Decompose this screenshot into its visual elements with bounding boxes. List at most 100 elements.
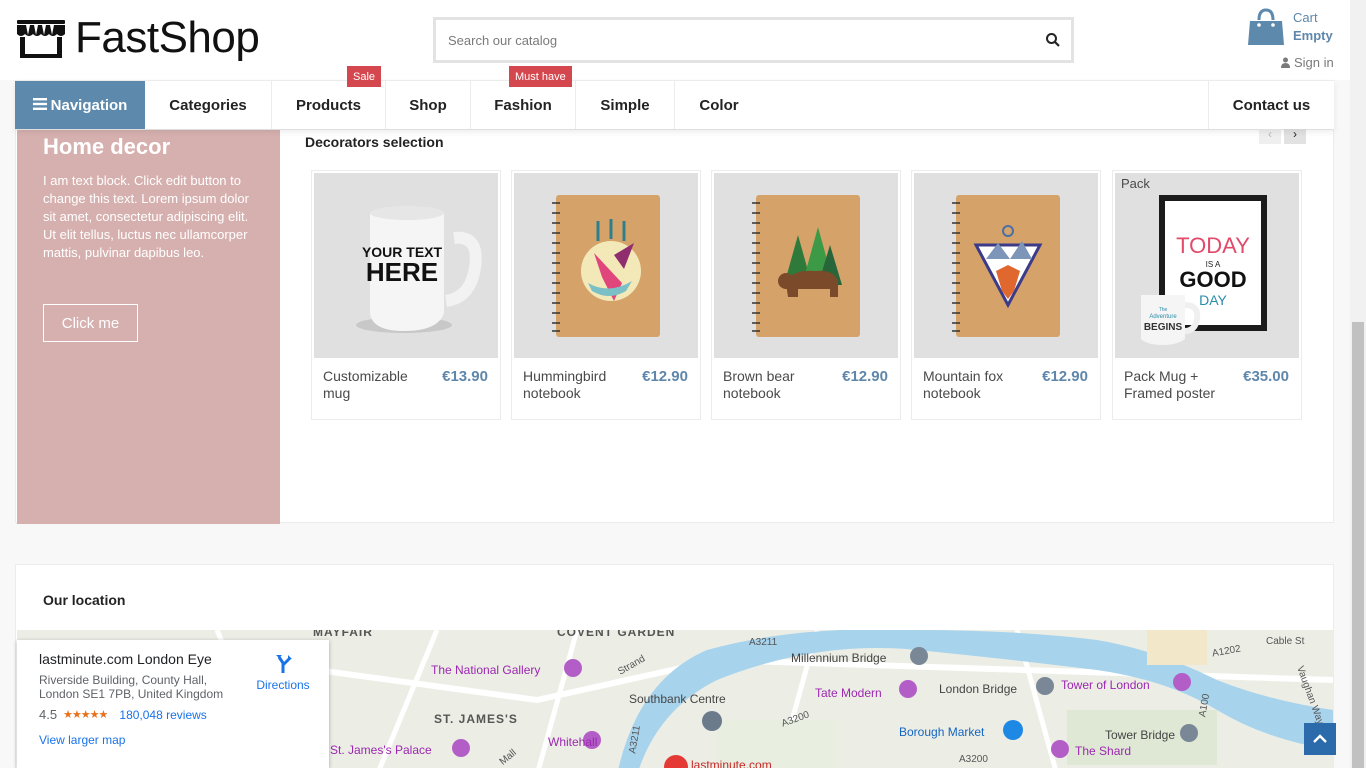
cart-label: Cart (1293, 10, 1318, 25)
poster-mug-line-1: The (1159, 307, 1168, 313)
nav-item-simple[interactable]: Simple (576, 81, 675, 129)
product-image: TODAY IS A GOOD DAY The Adventure BEGINS (1115, 173, 1299, 358)
directions-button[interactable]: Directions (251, 653, 315, 692)
nav-item-categories[interactable]: Categories (145, 81, 272, 129)
map-label: The Shard (1075, 744, 1132, 758)
place-name: lastminute.com London Eye (39, 651, 212, 667)
nav-item-color[interactable]: Color (675, 81, 763, 129)
nav-item-contact[interactable]: Contact us (1208, 81, 1334, 129)
product-image: YOUR TEXT HERE (314, 173, 498, 358)
poster-mug-line-3: BEGINS (1144, 322, 1183, 333)
map-label: A3200 (959, 754, 988, 765)
scroll-to-top-button[interactable] (1304, 723, 1336, 755)
main-nav: Navigation Categories Products Shop Fash… (15, 66, 1334, 129)
search-input[interactable] (436, 20, 1016, 60)
menu-icon (32, 97, 47, 114)
product-image (514, 173, 698, 358)
map-label: Borough Market (899, 725, 985, 739)
nav-label: Categories (169, 96, 247, 114)
map-label: Southbank Centre (629, 692, 726, 706)
product-price: €35.00 (1243, 368, 1289, 385)
product-price: €12.90 (842, 368, 888, 385)
map-label: Whitehall (548, 735, 598, 749)
map-label: A3211 (749, 637, 778, 648)
home-decor-text: I am text block. Click edit button to ch… (43, 173, 249, 260)
product-card-mountain-fox-notebook[interactable]: Mountain fox notebook €12.90 (911, 170, 1101, 420)
product-name: Pack Mug + Framed poster (1124, 368, 1216, 401)
product-price: €12.90 (1042, 368, 1088, 385)
product-name: Customizable mug (323, 368, 408, 401)
nav-label: Contact us (1232, 96, 1311, 114)
pack-flag: Pack (1115, 173, 1156, 194)
shop-icon (17, 20, 65, 58)
product-price: €13.90 (442, 368, 488, 385)
view-larger-map-link[interactable]: View larger map (39, 733, 125, 747)
map-label: London Bridge (939, 682, 1018, 696)
nav-label: Simple (600, 96, 650, 114)
location-title: Our location (43, 592, 126, 608)
cart-status: Empty (1293, 28, 1333, 43)
scrollbar-thumb[interactable] (1352, 322, 1364, 768)
cart[interactable]: Cart Empty (1247, 8, 1337, 48)
navigation-label: Navigation (50, 96, 128, 114)
page-scrollbar[interactable] (1350, 0, 1366, 768)
map-label: COVENT GARDEN (557, 630, 676, 639)
product-card-hummingbird-notebook[interactable]: Hummingbird notebook €12.90 (511, 170, 701, 420)
product-card-customizable-mug[interactable]: YOUR TEXT HERE Customizable mug €13.90 (311, 170, 501, 420)
product-price: €12.90 (642, 368, 688, 385)
product-card-brown-bear-notebook[interactable]: Brown bear notebook €12.90 (711, 170, 901, 420)
navigation-button[interactable]: Navigation (15, 81, 145, 129)
rating-value: 4.5 (39, 707, 58, 722)
directions-icon (276, 655, 292, 673)
home-decor-section: Home decor I am text block. Click edit b… (15, 124, 1334, 524)
search-bar (433, 17, 1074, 63)
place-address: Riverside Building, County Hall, London … (39, 673, 224, 701)
shopping-bag-icon (1248, 8, 1284, 45)
search-icon[interactable] (1045, 32, 1061, 48)
product-name: Mountain fox notebook (923, 368, 1004, 401)
map-label: lastminute.com (691, 758, 772, 768)
poster-line-3: GOOD (1179, 267, 1246, 292)
nav-label: Shop (409, 96, 447, 114)
product-name: Hummingbird notebook (523, 368, 607, 401)
nav-label: Fashion (494, 96, 552, 114)
poster-line-1: TODAY (1176, 233, 1250, 258)
map-label: MAYFAIR (313, 630, 373, 639)
decorators-selection-title: Decorators selection (305, 134, 444, 150)
header: FastShop Cart Empty Sign in (0, 0, 1350, 80)
product-image (914, 173, 1098, 358)
home-decor-title: Home decor (43, 134, 171, 159)
reviews-link[interactable]: 180,048 reviews (119, 708, 206, 722)
must-have-badge: Must have (509, 66, 572, 87)
map-label: Tower Bridge (1105, 728, 1176, 742)
place-rating: 4.5 ★★★★★ 180,048 reviews (39, 707, 207, 722)
logo-text: FastShop (75, 13, 260, 62)
map-label: The National Gallery (431, 663, 541, 677)
map-label: St. James's Palace (330, 743, 432, 757)
poster-line-4: DAY (1199, 292, 1227, 308)
product-card-pack-mug-framed-poster[interactable]: Pack TODAY IS A GOOD DAY The Adventure B… (1112, 170, 1302, 420)
poster-mug-line-2: Adventure (1149, 314, 1177, 320)
user-icon (1281, 57, 1290, 68)
home-decor-panel: Home decor I am text block. Click edit b… (17, 130, 280, 524)
map-label: Tower of London (1061, 678, 1150, 692)
click-me-button[interactable]: Click me (43, 304, 138, 342)
nav-item-shop[interactable]: Shop (386, 81, 471, 129)
product-name: Brown bear notebook (723, 368, 795, 401)
nav-label: Color (699, 96, 739, 114)
nav-item-fashion[interactable]: Fashion (471, 81, 576, 129)
directions-label: Directions (256, 678, 310, 692)
nav-item-products[interactable]: Products (272, 81, 386, 129)
map-label: Cable St (1266, 636, 1305, 647)
map-label: Tate Modern (815, 686, 882, 700)
map-place-card: lastminute.com London Eye Riverside Buil… (17, 640, 329, 768)
map-label: ST. JAMES'S (434, 712, 518, 726)
rating-stars: ★★★★★ (63, 709, 108, 721)
nav-label: Products (295, 96, 361, 114)
map-label: Millennium Bridge (791, 651, 887, 665)
logo[interactable]: FastShop (15, 13, 260, 62)
sign-in-link[interactable]: Sign in (1281, 55, 1334, 70)
sign-in-label: Sign in (1294, 55, 1334, 70)
product-image (714, 173, 898, 358)
mug-print-line-2: HERE (366, 257, 438, 287)
